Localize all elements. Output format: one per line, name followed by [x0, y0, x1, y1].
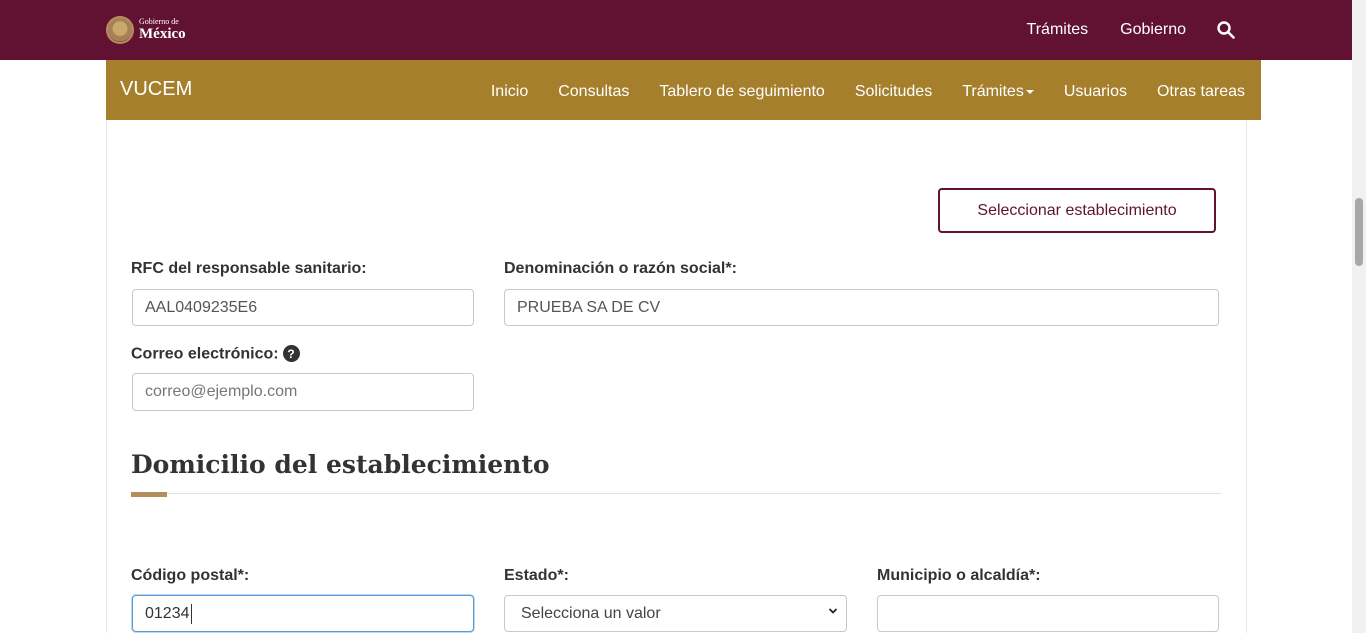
logo-big-text: México	[139, 26, 186, 42]
rfc-value: AAL0409235E6	[145, 298, 258, 316]
gobierno-de-mexico-logo[interactable]: Gobierno de México	[106, 14, 186, 46]
postal-code-value: 01234	[145, 604, 190, 622]
gov-nav-gobierno[interactable]: Gobierno	[1120, 21, 1186, 39]
email-field[interactable]: correo@ejemplo.com	[132, 373, 474, 411]
rfc-field[interactable]: AAL0409235E6	[132, 289, 474, 326]
nav-consultas[interactable]: Consultas	[558, 83, 629, 101]
caret-down-icon	[1025, 89, 1034, 94]
postal-code-label: Código postal*:	[131, 567, 250, 584]
section-title: Domicilio del establecimiento	[131, 450, 550, 479]
nav-usuarios[interactable]: Usuarios	[1064, 83, 1127, 101]
nav-solicitudes[interactable]: Solicitudes	[855, 83, 932, 101]
municipio-label: Municipio o alcaldía*:	[877, 567, 1041, 584]
correo-label: Correo electrónico:	[131, 345, 279, 363]
section-accent-bar	[131, 492, 167, 497]
page-scrollbar[interactable]	[1352, 0, 1366, 633]
correo-label-group: Correo electrónico:?	[131, 345, 300, 364]
vucem-brand[interactable]: VUCEM	[120, 78, 192, 101]
rfc-label: RFC del responsable sanitario:	[131, 260, 367, 277]
question-circle-icon[interactable]: ?	[282, 345, 300, 362]
estado-selected-value: Selecciona un valor	[521, 604, 661, 622]
email-placeholder: correo@ejemplo.com	[145, 383, 298, 400]
select-establishment-button[interactable]: Seleccionar establecimiento	[938, 188, 1216, 233]
vucem-navbar: VUCEM Inicio Consultas Tablero de seguim…	[106, 60, 1261, 120]
razon-social-value: PRUEBA SA DE CV	[517, 298, 661, 316]
razon-social-label: Denominación o razón social*:	[504, 260, 737, 277]
text-cursor	[190, 603, 192, 624]
gov-nav-tramites[interactable]: Trámites	[1027, 21, 1089, 39]
nav-tramites-dropdown[interactable]: Trámites	[962, 83, 1034, 101]
nav-tablero[interactable]: Tablero de seguimiento	[659, 83, 824, 101]
razon-social-field[interactable]: PRUEBA SA DE CV	[504, 289, 1219, 326]
postal-code-input[interactable]: 01234	[132, 595, 474, 632]
government-nav: Trámites Gobierno	[1027, 0, 1352, 60]
municipio-field[interactable]	[877, 595, 1219, 632]
nav-otras-tareas[interactable]: Otras tareas	[1157, 83, 1245, 101]
scrollbar-thumb[interactable]	[1355, 198, 1363, 266]
estado-label: Estado*:	[504, 567, 569, 584]
mexico-seal-icon	[106, 16, 134, 44]
logo-small-text: Gobierno de	[139, 17, 179, 26]
search-icon[interactable]	[1216, 20, 1236, 40]
estado-select[interactable]: Selecciona un valor	[504, 595, 847, 632]
nav-inicio[interactable]: Inicio	[491, 83, 528, 101]
vucem-nav: Inicio Consultas Tablero de seguimiento …	[461, 60, 1245, 124]
government-header: Gobierno de México Trámites Gobierno	[0, 0, 1352, 60]
chevron-down-icon	[828, 608, 838, 614]
nav-tramites-label: Trámites	[962, 83, 1024, 100]
section-divider	[131, 493, 1221, 494]
